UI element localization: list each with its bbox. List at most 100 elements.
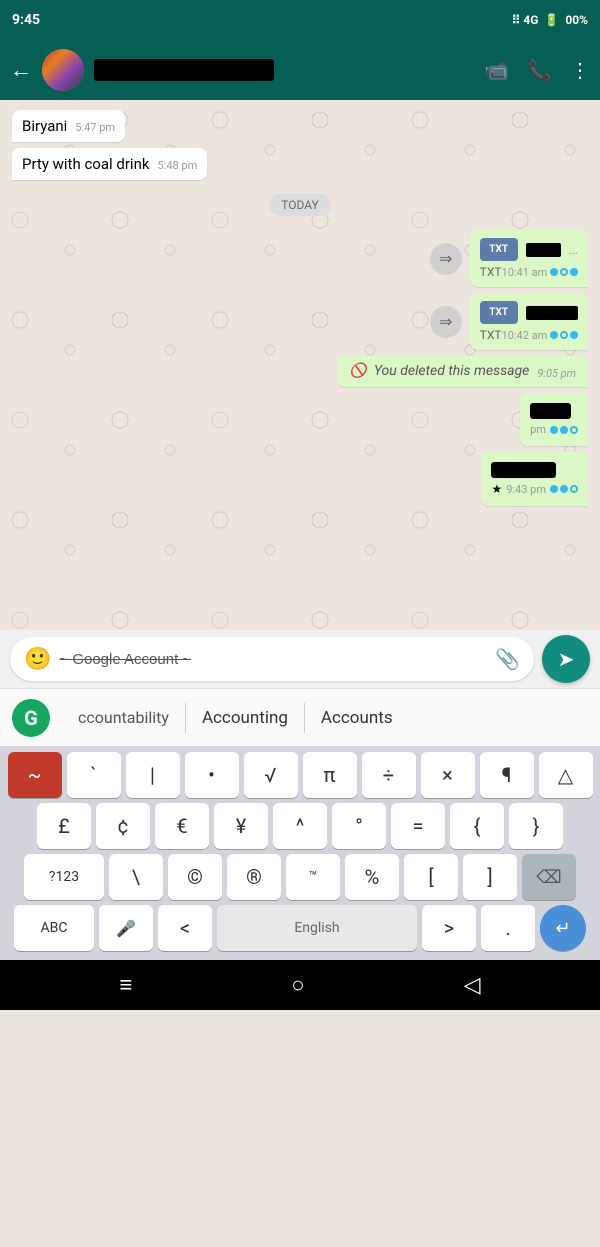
back-button[interactable]: ← <box>10 57 32 83</box>
message-input-box[interactable]: 🙂 ~ Google Account ~ 📎 <box>10 637 534 681</box>
tick-dot2 <box>570 331 578 339</box>
file-type-label: TXT <box>480 328 502 342</box>
message-time: 10:42 am <box>502 329 578 342</box>
key-divide[interactable]: ÷ <box>362 752 416 798</box>
key-angle-right[interactable]: > <box>422 905 476 951</box>
message-input-area: 🙂 ~ Google Account ~ 📎 ➤ <box>0 630 600 688</box>
key-space[interactable]: English <box>217 905 417 951</box>
message-time: 9:43 pm <box>506 483 546 496</box>
battery-icon: 🔋 <box>544 13 559 27</box>
key-lbrace[interactable]: { <box>450 803 504 849</box>
date-label: TODAY <box>281 198 319 212</box>
file-inner: TXT <box>480 301 578 324</box>
ellipsis: ... <box>569 243 579 257</box>
key-period[interactable]: . <box>481 905 535 951</box>
keyboard-row-4: ABC 🎤 < English > . ↵ <box>4 905 596 951</box>
read-ticks <box>550 268 578 276</box>
nav-back-icon[interactable]: ◁ <box>464 973 481 998</box>
keyboard-row-2: £ ¢ € ¥ ^ ° = { } <box>4 803 596 849</box>
keyboard: ~ ` | • √ π ÷ × ¶ △ £ ¢ € ¥ ^ ° = { } ?1… <box>0 746 600 960</box>
avatar-image <box>42 49 84 91</box>
keyboard-row-1: ~ ` | • √ π ÷ × ¶ △ <box>4 752 596 798</box>
key-pipe[interactable]: | <box>126 752 180 798</box>
key-backslash[interactable]: \ <box>109 854 163 900</box>
tick-dot <box>550 485 558 493</box>
key-multiply[interactable]: × <box>421 752 475 798</box>
forward-icon[interactable]: ⇒ <box>430 306 462 338</box>
date-divider: TODAY <box>269 194 331 216</box>
list-item: ⇒ TXT ... TXT 10:41 am <box>12 230 588 287</box>
emoji-button[interactable]: 🙂 <box>24 647 51 672</box>
autocomplete-word-1[interactable]: ccountability <box>62 708 185 727</box>
key-backtick[interactable]: ` <box>67 752 121 798</box>
key-bullet[interactable]: • <box>185 752 239 798</box>
key-mic[interactable]: 🎤 <box>99 905 153 951</box>
list-item: ⇒ TXT TXT 10:42 am <box>12 293 588 350</box>
attach-button[interactable]: 📎 <box>495 647 520 671</box>
key-trademark[interactable]: ™ <box>286 854 340 900</box>
key-cent[interactable]: ¢ <box>96 803 150 849</box>
list-item: pm <box>520 393 588 446</box>
key-degree[interactable]: ° <box>332 803 386 849</box>
file-footer: TXT 10:42 am <box>480 328 578 342</box>
file-message: TXT ... TXT 10:41 am <box>470 230 588 287</box>
key-pilcrow[interactable]: ¶ <box>480 752 534 798</box>
forward-icon[interactable]: ⇒ <box>430 243 462 275</box>
voice-call-icon[interactable]: 📞 <box>527 58 552 82</box>
key-pound[interactable]: £ <box>37 803 91 849</box>
message-time: 5:48 pm <box>157 159 197 172</box>
key-enter[interactable]: ↵ <box>540 905 586 951</box>
key-rbracket[interactable]: ] <box>463 854 517 900</box>
key-caret[interactable]: ^ <box>273 803 327 849</box>
battery-percent: 00% <box>565 13 588 27</box>
grammarly-icon: G <box>12 699 50 737</box>
chat-area: Biryani 5:47 pm Prty with coal drink 5:4… <box>0 100 600 630</box>
key-pi[interactable]: π <box>303 752 357 798</box>
key-percent[interactable]: % <box>345 854 399 900</box>
tick-dot <box>550 331 558 339</box>
menu-icon[interactable]: ⋮ <box>570 58 590 82</box>
signal-icon: ⠿ 4G <box>512 13 539 27</box>
file-type-icon: TXT <box>480 301 518 324</box>
key-delta[interactable]: △ <box>539 752 593 798</box>
key-copyright[interactable]: © <box>168 854 222 900</box>
avatar[interactable] <box>42 49 84 91</box>
tick-dot2 <box>560 426 568 434</box>
autocomplete-word-2[interactable]: Accounting <box>186 708 304 728</box>
key-registered[interactable]: ® <box>227 854 281 900</box>
key-euro[interactable]: € <box>155 803 209 849</box>
key-angle-left[interactable]: < <box>158 905 212 951</box>
message-text: Biryani <box>22 117 67 135</box>
tick-dot <box>550 426 558 434</box>
list-item: Biryani 5:47 pm <box>12 110 125 142</box>
key-equals[interactable]: = <box>391 803 445 849</box>
file-type-icon: TXT <box>480 238 518 261</box>
read-ticks <box>550 485 578 493</box>
key-tilde[interactable]: ~ <box>8 752 62 798</box>
key-lbracket[interactable]: [ <box>404 854 458 900</box>
file-name-redacted <box>526 306 578 320</box>
blocked-icon: 🚫 <box>349 363 366 379</box>
key-num-switch[interactable]: ?123 <box>24 854 104 900</box>
autocomplete-word-3[interactable]: Accounts <box>305 708 409 728</box>
key-backspace[interactable]: ⌫ <box>522 854 576 900</box>
key-sqrt[interactable]: √ <box>244 752 298 798</box>
file-message: TXT TXT 10:42 am <box>470 293 588 350</box>
status-time: 9:45 <box>12 12 40 28</box>
message-time: 5:47 pm <box>75 121 115 134</box>
grammarly-letter: G <box>24 706 38 730</box>
key-yen[interactable]: ¥ <box>214 803 268 849</box>
message-input-text: ~ Google Account ~ <box>59 651 487 668</box>
autocomplete-bar: G ccountability Accounting Accounts <box>0 688 600 746</box>
star-icon: ★ <box>491 482 502 496</box>
contact-name-redacted <box>94 59 274 81</box>
message-time: 9:05 pm <box>537 367 576 380</box>
nav-home-icon[interactable]: ○ <box>291 972 304 998</box>
key-abc-switch[interactable]: ABC <box>14 905 94 951</box>
video-call-icon[interactable]: 📹 <box>484 58 509 82</box>
nav-menu-icon[interactable]: ≡ <box>119 972 132 998</box>
send-button[interactable]: ➤ <box>542 635 590 683</box>
key-rbrace[interactable]: } <box>509 803 563 849</box>
redacted-content <box>530 403 571 419</box>
file-type-label: TXT <box>480 265 502 279</box>
